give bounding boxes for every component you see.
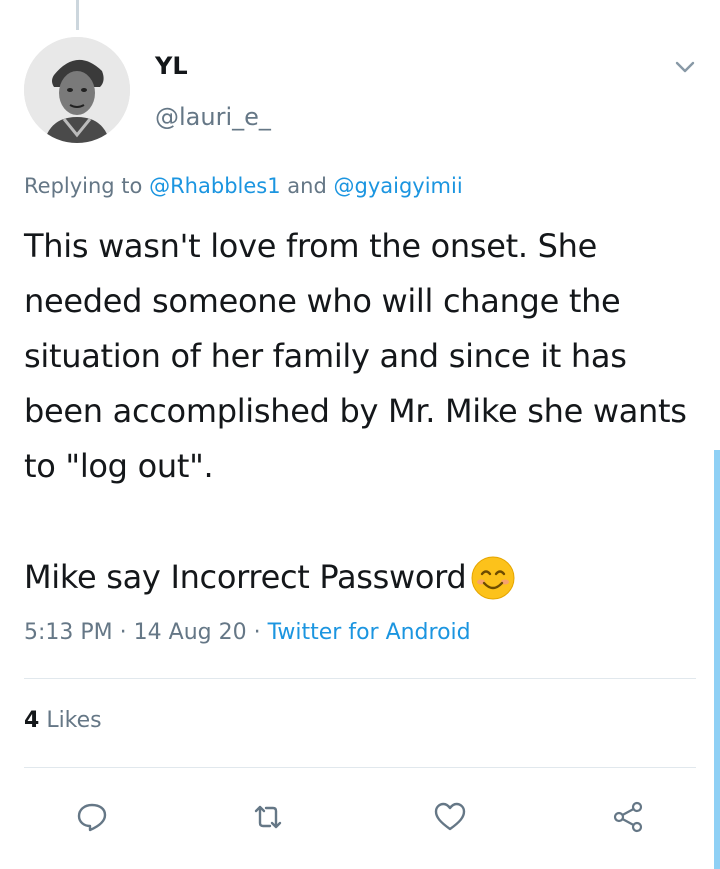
tweet-time: 5:13 PM	[24, 620, 113, 645]
smiling-face-icon	[470, 555, 516, 601]
retweet-button[interactable]	[246, 795, 290, 839]
tweet-body-text: Mike say Incorrect Password	[24, 558, 467, 596]
replying-to-prefix: Replying to	[24, 174, 143, 198]
tweet-date: 14 Aug 20	[133, 620, 247, 645]
like-icon	[434, 802, 466, 831]
chevron-down-icon[interactable]	[670, 52, 700, 82]
thread-connector-line	[76, 0, 79, 30]
tweet-source-link[interactable]: Twitter for Android	[268, 620, 471, 645]
reply-button[interactable]	[70, 795, 114, 839]
retweet-icon	[254, 805, 282, 829]
likes-summary[interactable]: 4 Likes	[24, 708, 102, 733]
divider	[24, 767, 696, 768]
likes-label: Likes	[46, 708, 102, 733]
reply-icon	[77, 803, 107, 832]
avatar[interactable]	[24, 37, 130, 143]
replying-to: Replying to @Rhabbles1 and @gyaigyimii	[24, 174, 463, 198]
display-name[interactable]: YL	[155, 52, 188, 80]
mention-link[interactable]: @gyaigyimii	[333, 174, 462, 198]
divider	[24, 678, 696, 679]
tweet-body-line: Mike say Incorrect Password	[24, 550, 516, 605]
like-button[interactable]	[428, 795, 472, 839]
share-button[interactable]	[606, 795, 650, 839]
likes-count: 4	[24, 708, 40, 733]
user-handle[interactable]: @lauri_e_	[155, 103, 271, 131]
share-icon	[613, 801, 643, 833]
separator: ·	[119, 620, 127, 645]
replying-to-joiner: and	[287, 174, 327, 198]
action-bar	[0, 795, 720, 839]
separator: ·	[253, 620, 261, 645]
tweet-body: This wasn't love from the onset. She nee…	[24, 227, 697, 485]
tweet-metadata: 5:13 PM · 14 Aug 20 · Twitter for Androi…	[24, 620, 471, 645]
mention-link[interactable]: @Rhabbles1	[149, 174, 281, 198]
